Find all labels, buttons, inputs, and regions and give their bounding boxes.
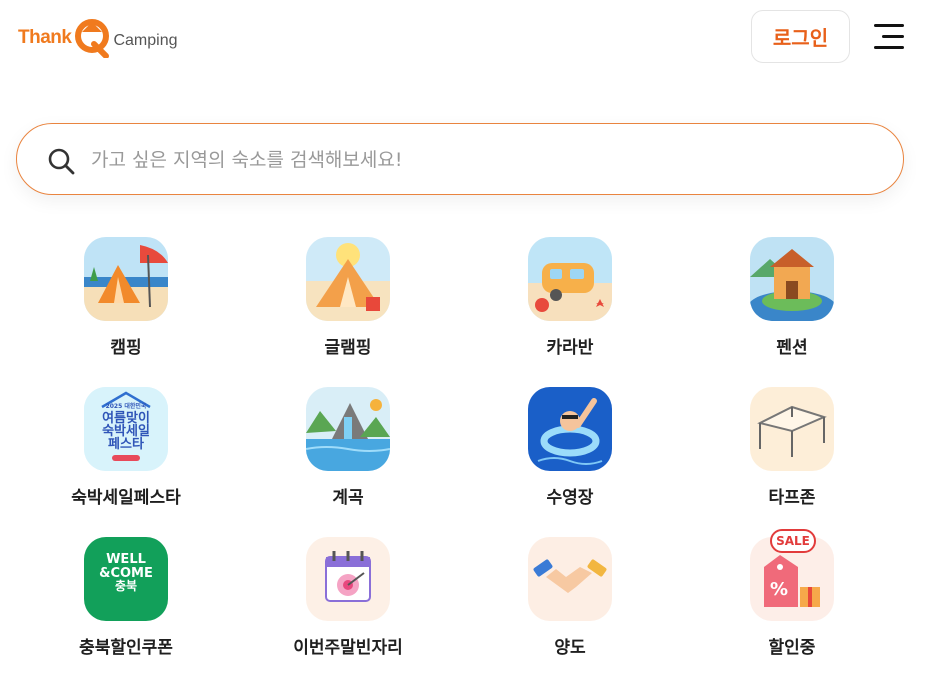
logo[interactable]: Thank Camping (18, 14, 177, 58)
category-label: 이번주말빈자리 (293, 638, 403, 658)
category-transfer[interactable]: 양도 (490, 537, 650, 667)
login-button[interactable]: 로그인 (751, 10, 850, 63)
category-label: 펜션 (776, 338, 808, 358)
category-weekend-vacancy[interactable]: 이번주말빈자리 (268, 537, 428, 667)
category-label: 계곡 (332, 488, 364, 508)
category-label: 글램핑 (324, 338, 372, 358)
category-label: 타프존 (768, 488, 816, 508)
logo-thank-text: Thank (18, 27, 72, 48)
pension-house-icon (750, 237, 834, 321)
sale-festa-icon: 2025 대한민국 여름맞이 숙박세일 페스타 (84, 387, 168, 471)
category-valley[interactable]: 계곡 (268, 387, 428, 517)
category-camping[interactable]: 캠핑 (46, 237, 206, 367)
hamburger-menu-icon[interactable] (870, 24, 904, 50)
logo-q-icon (75, 19, 110, 58)
weekend-calendar-icon (306, 537, 390, 621)
caravan-icon (528, 237, 612, 321)
glamping-tent-icon (306, 237, 390, 321)
category-caravan[interactable]: 카라반 (490, 237, 650, 367)
category-label: 충북할인쿠폰 (79, 638, 173, 658)
category-label: 숙박세일페스타 (71, 488, 181, 508)
wellcome-line3: 충북 (114, 579, 138, 594)
camping-tent-icon (84, 237, 168, 321)
category-sale-festa[interactable]: 2025 대한민국 여름맞이 숙박세일 페스타 숙박세일페스타 (46, 387, 206, 517)
svg-text:%: % (770, 579, 788, 600)
search-bar[interactable] (16, 123, 904, 195)
category-label: 할인중 (768, 638, 816, 658)
festa-line3: 페스타 (108, 437, 144, 452)
sale-badge: SALE (770, 529, 816, 553)
category-label: 카라반 (546, 338, 594, 358)
swimming-pool-icon (528, 387, 612, 471)
category-pool[interactable]: 수영장 (490, 387, 650, 517)
category-glamping[interactable]: 글램핑 (268, 237, 428, 367)
chungbuk-coupon-icon: WELL &COME 충북 (84, 537, 168, 621)
search-input[interactable] (91, 142, 871, 178)
tarp-zone-icon (750, 387, 834, 471)
search-icon (48, 148, 75, 175)
category-discount[interactable]: % 할인중 (712, 537, 872, 667)
wellcome-line1: WELL (106, 552, 146, 567)
category-label: 수영장 (546, 488, 594, 508)
handshake-icon (528, 537, 612, 621)
category-pension[interactable]: 펜션 (712, 237, 872, 367)
category-label: 양도 (554, 638, 586, 658)
category-chungbuk-coupon[interactable]: WELL &COME 충북 충북할인쿠폰 (46, 537, 206, 667)
festa-year: 2025 대한민국 (105, 403, 147, 410)
valley-waterfall-icon (306, 387, 390, 471)
category-label: 캠핑 (110, 338, 142, 358)
category-tarp-zone[interactable]: 타프존 (712, 387, 872, 517)
logo-camping-text: Camping (113, 32, 178, 49)
